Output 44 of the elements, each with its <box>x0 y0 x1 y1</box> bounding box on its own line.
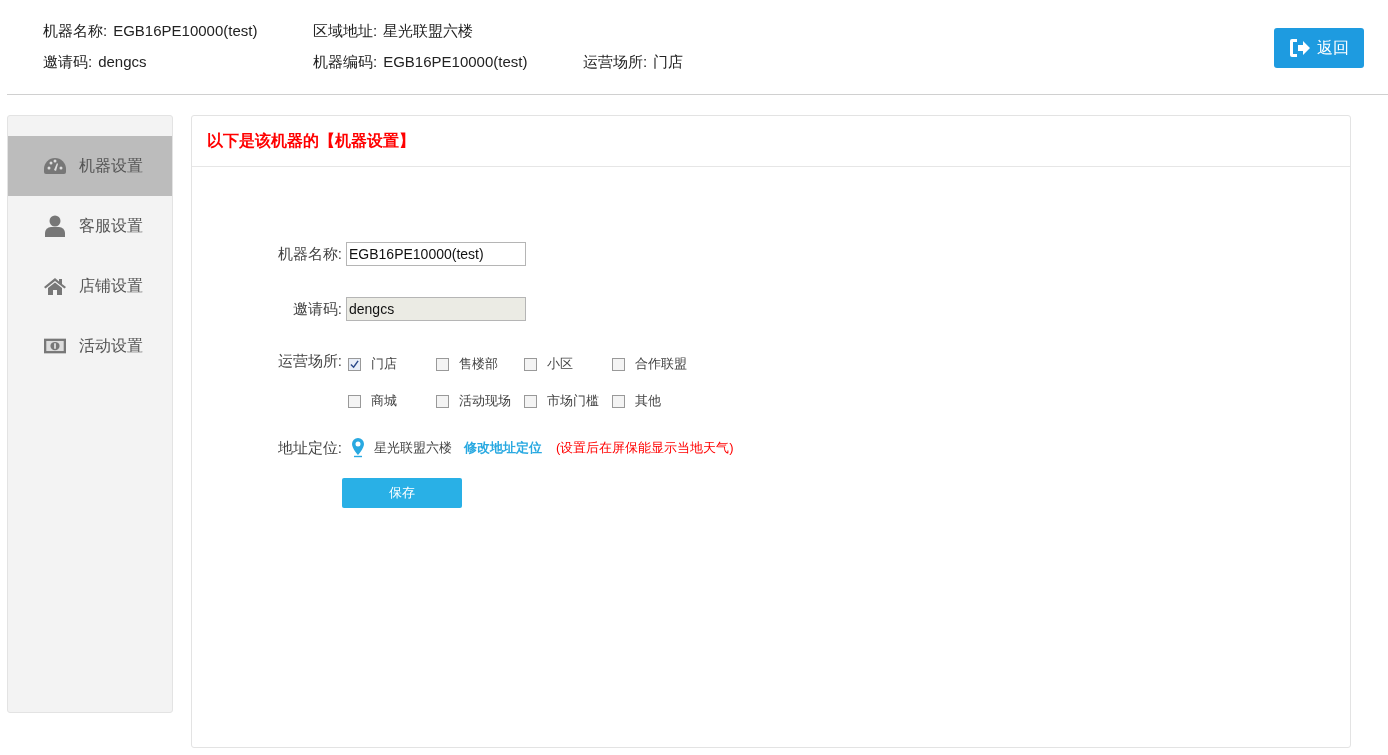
sidebar-item[interactable]: 活动设置 <box>8 316 172 376</box>
info-label: 区域地址: <box>313 22 378 41</box>
checkbox-label: 合作联盟 <box>635 355 687 373</box>
sidebar-item[interactable]: 客服设置 <box>8 196 172 256</box>
checkbox-label: 门店 <box>371 355 397 373</box>
info-value: 星光联盟六楼 <box>383 22 474 41</box>
checkbox[interactable] <box>612 357 625 371</box>
home-icon <box>44 277 66 295</box>
checkbox-label: 活动现场 <box>459 392 511 410</box>
machine-name-field[interactable]: EGB16PE10000(test) <box>346 242 526 266</box>
sidebar-item[interactable]: 机器设置 <box>8 136 172 196</box>
info-label: 运营场所: <box>583 53 648 72</box>
field-label: 运营场所: <box>276 352 342 371</box>
banknote-icon <box>44 338 66 354</box>
location-hint: (设置后在屏保能显示当地天气) <box>556 439 734 457</box>
checkbox-label: 商城 <box>371 392 397 410</box>
checkbox[interactable] <box>524 394 537 408</box>
info-label: 机器名称: <box>43 22 108 41</box>
info-value: EGB16PE10000(test) <box>113 22 258 41</box>
user-icon <box>44 215 66 237</box>
checkbox[interactable] <box>436 394 449 408</box>
info-value: dengcs <box>98 53 147 72</box>
checkbox[interactable] <box>524 357 537 371</box>
field-label: 邀请码: <box>291 299 342 319</box>
field-label: 机器名称: <box>276 244 342 264</box>
info-value: 门店 <box>653 53 684 72</box>
checkbox-label: 其他 <box>635 392 661 410</box>
location-text: 星光联盟六楼 <box>374 439 452 457</box>
checkbox-label: 小区 <box>547 355 573 373</box>
exit-icon <box>1289 38 1311 58</box>
info-value: EGB16PE10000(test) <box>383 53 528 72</box>
field-label: 地址定位: <box>276 438 342 458</box>
checkbox-label: 市场门槛 <box>547 392 599 410</box>
gauge-icon <box>44 158 66 174</box>
sidebar-item[interactable]: 店铺设置 <box>8 256 172 316</box>
checkbox[interactable] <box>612 394 625 408</box>
info-label: 机器编码: <box>313 53 378 72</box>
checkbox[interactable] <box>436 357 449 371</box>
location-pin-icon <box>351 438 365 458</box>
checkbox[interactable] <box>348 394 361 408</box>
checkbox-label: 售楼部 <box>459 355 498 373</box>
panel-title: 以下是该机器的【机器设置】 <box>207 130 415 151</box>
checkbox[interactable] <box>348 357 361 371</box>
info-label: 邀请码: <box>43 53 93 72</box>
